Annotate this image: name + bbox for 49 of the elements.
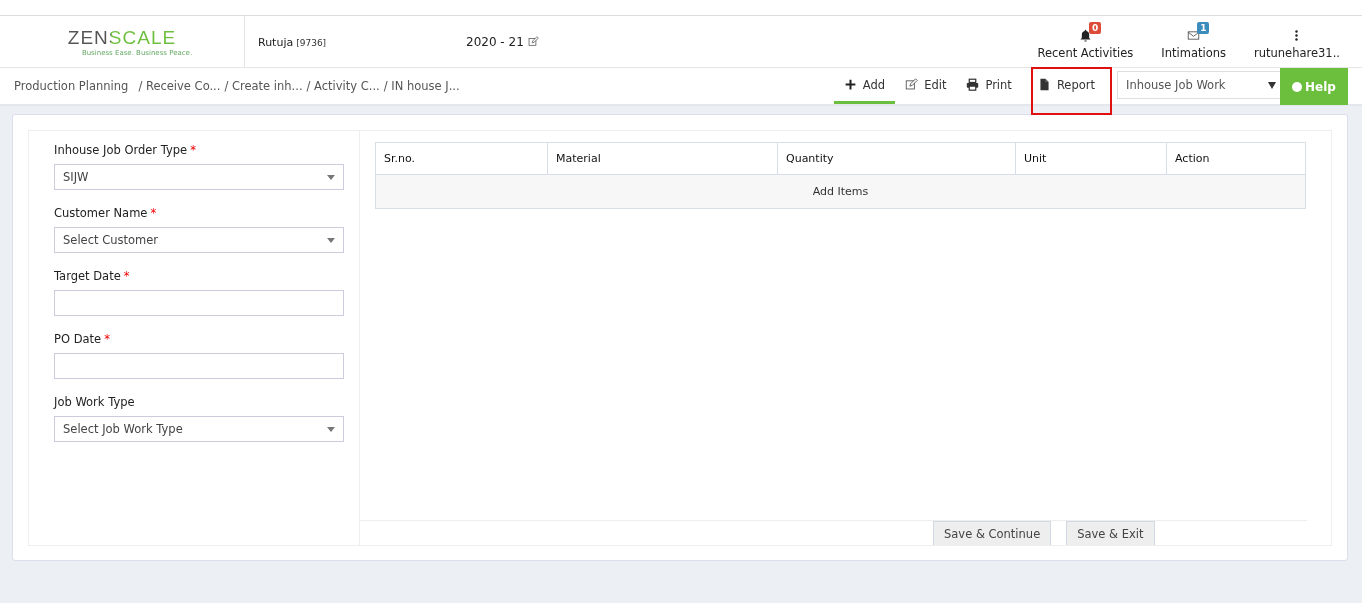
- plus-icon: [843, 78, 857, 91]
- select-field[interactable]: SIJW: [54, 164, 344, 190]
- toolbar-tab[interactable]: Report: [1031, 68, 1111, 114]
- breadcrumb-link[interactable]: / Activity C...: [306, 79, 380, 93]
- required-asterisk: *: [123, 269, 130, 283]
- edit-icon: [527, 36, 539, 47]
- field-label: Customer Name *: [54, 206, 158, 222]
- dropdown-arrow-icon: [327, 174, 335, 180]
- user-name: Rutuja: [258, 35, 294, 49]
- count-badge: 0: [1088, 21, 1102, 34]
- breadcrumb-link[interactable]: / Receive Co...: [138, 79, 221, 93]
- document-icon: [1037, 78, 1051, 91]
- toolbar-tab[interactable]: Add: [833, 68, 896, 104]
- column-header: Material: [547, 142, 778, 175]
- select-field[interactable]: Select Customer: [54, 227, 344, 253]
- field-label: PO Date *: [54, 332, 111, 348]
- count-badge: 1: [1197, 21, 1210, 34]
- input-field[interactable]: [54, 353, 344, 379]
- column-header: Sr.no.: [375, 142, 548, 175]
- breadcrumb-link[interactable]: Production Planning: [14, 79, 129, 93]
- input-field[interactable]: [54, 290, 344, 316]
- add-items-link[interactable]: Add Items: [375, 174, 1306, 209]
- toolbar-tab[interactable]: Edit: [895, 68, 957, 104]
- nav-user-menu[interactable]: rutunehare31..: [1240, 23, 1354, 60]
- column-header: Quantity: [777, 142, 1016, 175]
- dropdown-arrow-icon: [327, 426, 335, 432]
- select-field[interactable]: Select Job Work Type: [54, 416, 344, 442]
- envelope-icon: [1187, 29, 1201, 42]
- field-label: Job Work Type: [54, 395, 136, 411]
- column-header: Action: [1166, 142, 1306, 175]
- user-code: [9736]: [296, 37, 327, 48]
- nav-link[interactable]: 1 Intimations: [1147, 23, 1240, 60]
- toolbar-tab[interactable]: Print: [956, 68, 1022, 104]
- breadcrumb-link[interactable]: / IN house J...: [383, 79, 460, 93]
- field-label: Target Date *: [54, 269, 131, 285]
- breadcrumb-link[interactable]: / Create inh...: [224, 79, 303, 93]
- save-button[interactable]: Save & Continue: [933, 521, 1052, 545]
- required-asterisk: *: [190, 143, 196, 157]
- financial-year: 2020 - 21: [466, 34, 524, 49]
- printer-icon: [966, 78, 980, 91]
- edit-icon: [905, 78, 919, 91]
- dropdown-arrow-icon: [327, 237, 335, 243]
- required-asterisk: *: [150, 206, 157, 220]
- field-label: Inhouse Job Order Type *: [54, 143, 197, 159]
- save-button[interactable]: Save & Exit: [1066, 521, 1155, 545]
- column-header: Unit: [1015, 142, 1167, 175]
- nav-link[interactable]: 0 Recent Activities: [1023, 23, 1148, 60]
- required-asterisk: *: [104, 332, 110, 346]
- bell-icon: [1078, 29, 1092, 42]
